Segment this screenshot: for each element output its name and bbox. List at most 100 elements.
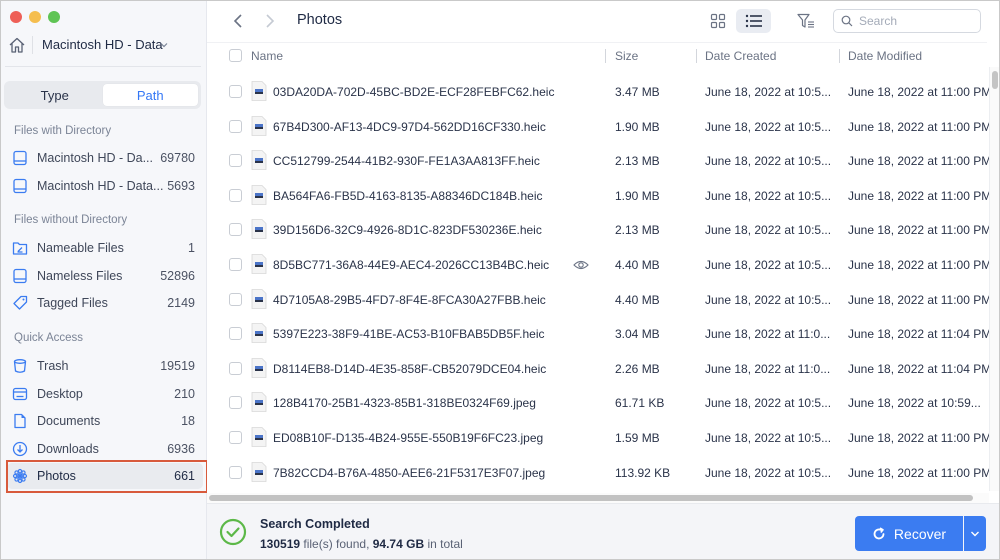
table-row[interactable]: 39D156D6-32C9-4926-8D1C-823DF530236E.hei… — [207, 212, 991, 247]
home-icon[interactable] — [8, 36, 26, 54]
drive-icon — [13, 150, 27, 166]
column-header-date-created[interactable]: Date Created — [705, 49, 776, 63]
vertical-scrollbar-thumb[interactable] — [992, 71, 998, 89]
table-row[interactable]: 128B4170-25B1-4323-85B1-318BE0324F69.jpe… — [207, 385, 987, 420]
column-header-date-modified[interactable]: Date Modified — [848, 49, 922, 63]
sidebar-item-nameable-files[interactable]: Nameable Files 1 — [7, 235, 203, 261]
date-modified: June 18, 2022 at 11:00 PM — [848, 119, 992, 134]
table-row[interactable]: 8D5BC771-36A8-44E9-AEC4-2026CC13B4BC.hei… — [207, 247, 991, 282]
app-window: Macintosh HD - Data Type Path Files with… — [0, 0, 1000, 560]
vertical-scrollbar[interactable] — [989, 67, 999, 491]
back-button[interactable] — [231, 12, 245, 30]
row-checkbox[interactable] — [229, 154, 242, 168]
date-modified: June 18, 2022 at 11:00 PM — [848, 465, 992, 480]
row-checkbox[interactable] — [229, 188, 242, 202]
table-row[interactable]: BA564FA6-FB5D-4163-8135-A88346DC184B.hei… — [207, 178, 991, 213]
date-created: June 18, 2022 at 10:5... — [705, 396, 832, 411]
date-modified: June 18, 2022 at 11:00 PM — [848, 258, 992, 272]
column-header-name[interactable]: Name — [251, 49, 283, 63]
sidebar-item-count: 19519 — [160, 359, 195, 373]
search-field — [833, 9, 981, 33]
row-checkbox[interactable] — [229, 85, 242, 98]
sidebar-item-tagged-files[interactable]: Tagged Files 2149 — [7, 290, 203, 316]
table-row[interactable]: 67B4D300-AF13-4DC9-97D4-562DD16CF330.hei… — [207, 109, 991, 144]
horizontal-scrollbar-thumb[interactable] — [209, 495, 973, 501]
table-row[interactable]: D8114EB8-D14D-4E35-858F-CB52079DCE04.hei… — [207, 351, 991, 386]
image-file-icon — [251, 392, 267, 413]
table-row[interactable]: 5397E223-38F9-41BE-AC53-B10FBAB5DB5F.hei… — [207, 316, 991, 351]
list-icon — [745, 14, 762, 28]
select-all-checkbox[interactable] — [229, 49, 242, 62]
row-checkbox[interactable] — [229, 396, 242, 410]
forward-button[interactable] — [263, 12, 277, 30]
column-resize-handle[interactable] — [605, 49, 606, 63]
check-circle-icon — [219, 518, 247, 546]
table-row[interactable]: 03DA20DA-702D-45BC-BD2E-ECF28FEBFC62.hei… — [207, 74, 991, 109]
sidebar-item-trash[interactable]: Trash 19519 — [7, 353, 203, 379]
row-checkbox[interactable] — [229, 119, 242, 133]
date-created: June 18, 2022 at 10:5... — [705, 188, 832, 203]
close-window-button[interactable] — [10, 11, 22, 23]
table-row[interactable]: ED08B10F-D135-4B24-955E-550B19F6FC23.jpe… — [207, 420, 991, 455]
image-file-icon — [251, 461, 267, 482]
divider — [32, 36, 33, 54]
image-file-icon — [251, 115, 267, 136]
sidebar-item-desktop[interactable]: Desktop 210 — [7, 381, 203, 407]
minimize-window-button[interactable] — [29, 11, 41, 23]
search-input[interactable] — [859, 14, 969, 28]
image-file-icon — [251, 323, 267, 344]
tab-path[interactable]: Path — [102, 84, 198, 106]
preview-eye-icon[interactable] — [573, 258, 589, 270]
row-checkbox[interactable] — [229, 292, 242, 306]
date-created: June 18, 2022 at 10:5... — [705, 465, 832, 480]
date-created: June 18, 2022 at 10:5... — [705, 85, 832, 99]
file-name: 39D156D6-32C9-4926-8D1C-823DF530236E.hei… — [273, 223, 542, 238]
recover-button[interactable]: Recover — [855, 516, 963, 551]
folder-edit-icon — [12, 242, 28, 255]
view-segmented-control: Type Path — [4, 81, 201, 109]
file-size: 4.40 MB — [615, 292, 660, 307]
desktop-icon — [12, 387, 28, 401]
file-size: 2.26 MB — [615, 361, 660, 376]
row-checkbox[interactable] — [229, 327, 242, 341]
grid-view-button[interactable] — [707, 10, 729, 32]
tab-type[interactable]: Type — [7, 84, 103, 106]
row-checkbox[interactable] — [229, 258, 242, 271]
section-title-files-without-directory: Files without Directory — [14, 214, 128, 226]
zoom-window-button[interactable] — [48, 11, 60, 23]
column-header-size[interactable]: Size — [615, 49, 638, 63]
search-icon — [841, 15, 853, 27]
table-row[interactable]: CC512799-2544-41B2-930F-FE1A3AA813FF.hei… — [207, 143, 991, 178]
table-row[interactable]: 7B82CCD4-B76A-4850-AEE6-21F5317E3F07.jpe… — [207, 455, 991, 490]
filter-button[interactable] — [795, 10, 817, 32]
list-view-button[interactable] — [736, 9, 771, 33]
location-selector[interactable]: Macintosh HD - Data — [1, 33, 207, 57]
sidebar-item-macintosh-hd-2[interactable]: Macintosh HD - Data... 5693 — [7, 173, 203, 199]
chevron-down-icon[interactable] — [160, 41, 168, 49]
row-checkbox[interactable] — [229, 465, 242, 479]
sidebar-item-label: Nameable Files — [37, 241, 124, 255]
filter-icon — [797, 13, 814, 28]
row-checkbox[interactable] — [229, 431, 242, 444]
date-created: June 18, 2022 at 11:0... — [705, 361, 831, 376]
file-size: 113.92 KB — [615, 465, 671, 480]
sidebar-item-macintosh-hd-1[interactable]: Macintosh HD - Da... 69780 — [7, 145, 203, 171]
column-resize-handle[interactable] — [696, 49, 697, 63]
sidebar-item-documents[interactable]: Documents 18 — [7, 408, 203, 434]
row-checkbox[interactable] — [229, 361, 242, 375]
location-name[interactable]: Macintosh HD - Data — [42, 37, 163, 52]
row-checkbox[interactable] — [229, 223, 242, 237]
table-header: Name Size Date Created Date Modified — [207, 43, 987, 69]
recover-options-button[interactable] — [964, 516, 986, 551]
date-created: June 18, 2022 at 10:5... — [705, 119, 832, 134]
sidebar-item-downloads[interactable]: Downloads 6936 — [7, 436, 203, 462]
column-resize-handle[interactable] — [839, 49, 840, 63]
horizontal-scrollbar[interactable] — [207, 493, 989, 503]
sidebar-item-count: 6936 — [167, 442, 195, 456]
sidebar-item-nameless-files[interactable]: Nameless Files 52896 — [7, 263, 203, 289]
table-row[interactable]: 4D7105A8-29B5-4FD7-8F4E-8FCA30A27FBB.hei… — [207, 282, 991, 317]
sidebar-item-label: Macintosh HD - Da... — [37, 151, 154, 165]
recover-label: Recover — [893, 525, 947, 542]
date-modified: June 18, 2022 at 11:00 PM — [848, 154, 992, 169]
sidebar-item-label: Trash — [37, 359, 69, 373]
